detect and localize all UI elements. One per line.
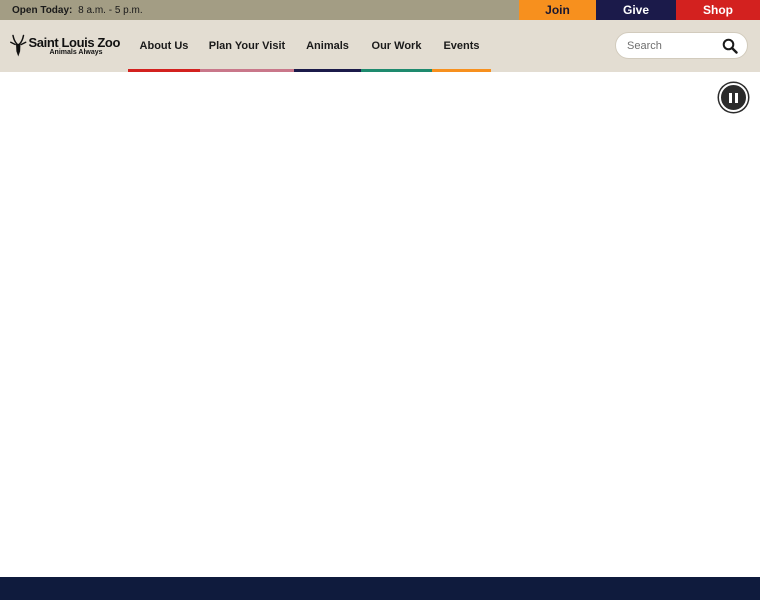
nav-item-label: Events — [443, 40, 480, 52]
nav-item-label: Plan Your Visit — [208, 40, 286, 52]
nav-item-animals[interactable]: Animals — [294, 20, 361, 72]
nav-item-label: Animals — [306, 40, 349, 52]
hours-value: 8 a.m. - 5 p.m. — [78, 4, 143, 16]
nav-item-our-work[interactable]: Our Work — [361, 20, 432, 72]
search-input[interactable] — [627, 39, 722, 52]
hours-label: Open Today: — [12, 4, 73, 16]
nav-item-about-us[interactable]: About Us — [128, 20, 200, 72]
search-box — [615, 32, 748, 59]
search-icon[interactable] — [722, 38, 738, 54]
nav-item-events[interactable]: Events — [432, 20, 491, 72]
nav-item-label: About Us — [139, 40, 189, 52]
main-header: Saint Louis Zoo Animals Always About Us … — [0, 20, 760, 72]
join-button[interactable]: Join — [519, 0, 596, 20]
nav-item-plan-your-visit[interactable]: Plan Your Visit — [200, 20, 294, 72]
site-logo[interactable]: Saint Louis Zoo Animals Always — [10, 31, 120, 61]
hero-area — [0, 72, 760, 577]
pause-button[interactable] — [719, 83, 748, 112]
logo-tagline: Animals Always — [49, 49, 103, 56]
pause-icon — [729, 92, 738, 103]
primary-nav: About Us Plan Your Visit Animals Our Wor… — [128, 20, 491, 72]
hours-info: Open Today: 8 a.m. - 5 p.m. — [0, 5, 143, 16]
antelope-head-icon — [10, 34, 27, 57]
utility-bar: Open Today: 8 a.m. - 5 p.m. Join Give Sh… — [0, 0, 760, 20]
nav-item-label: Our Work — [371, 40, 422, 52]
give-button[interactable]: Give — [596, 0, 676, 20]
logo-name: Saint Louis Zoo — [28, 35, 121, 50]
footer-strip — [0, 577, 760, 600]
shop-button[interactable]: Shop — [676, 0, 760, 20]
